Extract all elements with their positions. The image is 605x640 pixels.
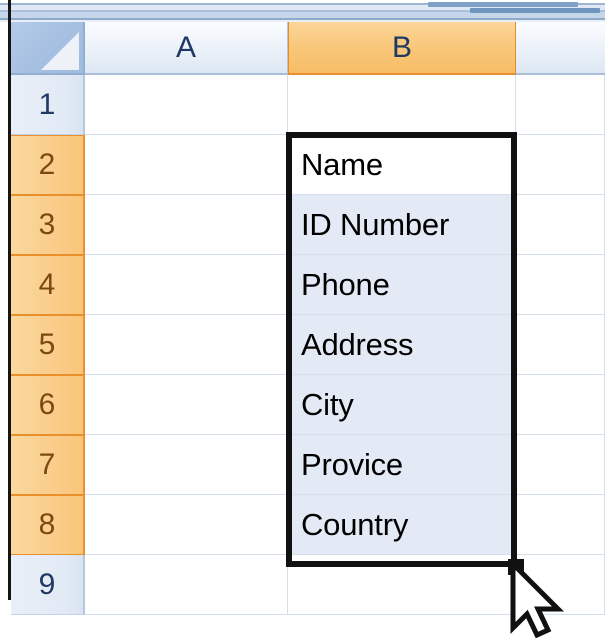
row-header-label: 9 [38,567,56,601]
select-all-triangle-icon [41,32,79,70]
row-header-label: 4 [38,268,56,301]
cell-A5[interactable] [85,315,288,375]
row-header-label: 1 [38,87,56,121]
cell-C5[interactable] [516,315,605,375]
row-header-label: 3 [38,208,56,241]
row-header-6[interactable]: 6 [11,375,85,435]
cell-B4[interactable]: Phone [288,255,516,315]
row-header-label: 2 [38,148,56,181]
cell-B1[interactable] [288,75,516,135]
arrow-cursor-icon [510,562,565,638]
cell-text: ID Number [301,206,450,242]
cell-A4[interactable] [85,255,288,315]
spreadsheet-grid: A B 1 2 Name 3 ID Number 4 Phone 5 Address 6 City 7… [0,22,605,638]
cell-A3[interactable] [85,195,288,255]
cell-B2[interactable]: Name [288,135,516,195]
select-all-corner-button[interactable] [11,22,85,75]
cell-text: Name [301,146,383,182]
horizontal-scrollbar-thumb[interactable] [428,2,578,7]
cell-C6[interactable] [516,375,605,435]
row-header-9[interactable]: 9 [11,555,85,615]
cell-text: Phone [301,266,390,302]
window-top-chrome [0,0,605,22]
cell-C8[interactable] [516,495,605,555]
column-header-c[interactable] [516,22,605,75]
column-header-b[interactable]: B [288,22,516,75]
cell-B3[interactable]: ID Number [288,195,516,255]
row-header-label: 7 [38,448,56,481]
cell-text: Address [301,326,414,362]
cell-C3[interactable] [516,195,605,255]
horizontal-scrollbar-track[interactable] [470,8,600,13]
row-header-label: 5 [38,328,56,361]
cell-A6[interactable] [85,375,288,435]
row-header-3[interactable]: 3 [11,195,85,255]
cell-C2[interactable] [516,135,605,195]
row-header-8[interactable]: 8 [11,495,85,555]
cell-B6[interactable]: City [288,375,516,435]
cell-text: Provice [301,446,403,482]
column-header-a-label: A [175,30,196,64]
row-header-4[interactable]: 4 [11,255,85,315]
row-header-label: 8 [38,508,56,541]
row-header-5[interactable]: 5 [11,315,85,375]
cell-B5[interactable]: Address [288,315,516,375]
row-header-1[interactable]: 1 [11,75,85,135]
cell-A1[interactable] [85,75,288,135]
column-header-a[interactable]: A [85,22,288,75]
row-header-label: 6 [38,388,56,421]
column-header-b-label: B [391,30,412,64]
cell-B9[interactable] [288,555,516,615]
cell-C7[interactable] [516,435,605,495]
cell-C1[interactable] [516,75,605,135]
cell-B8[interactable]: Country [288,495,516,555]
row-header-2[interactable]: 2 [11,135,85,195]
cell-text: Country [301,506,409,542]
cell-A8[interactable] [85,495,288,555]
cell-C4[interactable] [516,255,605,315]
cell-text: City [301,386,354,422]
cell-B7[interactable]: Provice [288,435,516,495]
cell-A9[interactable] [85,555,288,615]
cell-A7[interactable] [85,435,288,495]
cell-A2[interactable] [85,135,288,195]
row-header-7[interactable]: 7 [11,435,85,495]
window-left-border [8,0,11,600]
